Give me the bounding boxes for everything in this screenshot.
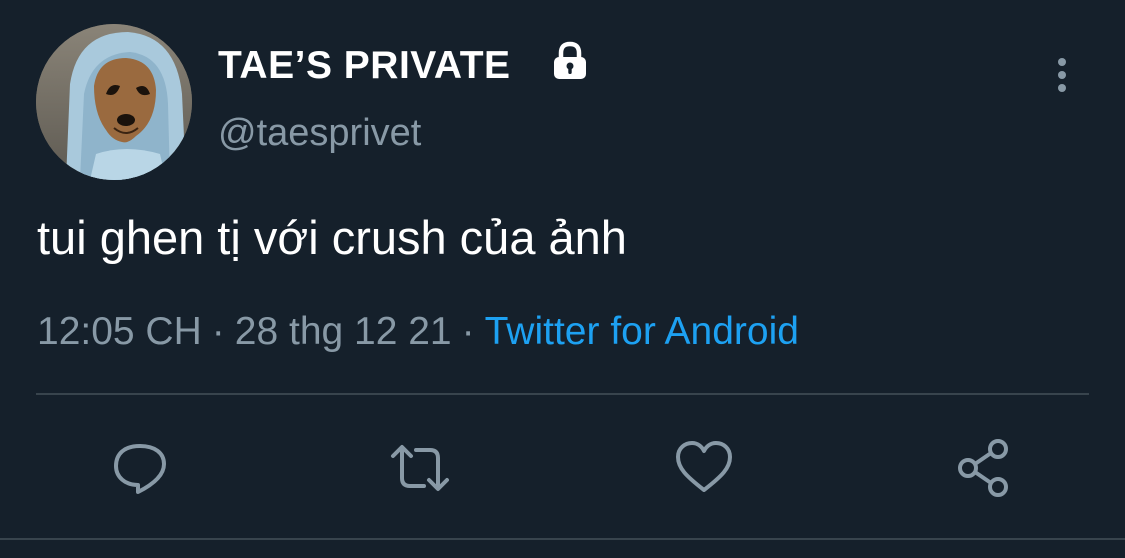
- user-handle[interactable]: @taesprivet: [218, 112, 421, 155]
- display-name[interactable]: TAE’S PRIVATE: [218, 44, 511, 88]
- meta-separator: ·: [461, 310, 475, 353]
- tweet-text: tui ghen tị với crush của ảnh: [37, 211, 627, 264]
- divider-bottom: [0, 538, 1125, 540]
- reply-button[interactable]: [108, 436, 172, 500]
- retweet-button[interactable]: [388, 436, 452, 500]
- retweet-icon: [391, 445, 449, 491]
- lock-icon: [554, 41, 586, 79]
- meta-separator: ·: [211, 310, 225, 353]
- tweet-time: 12:05 CH: [37, 310, 202, 353]
- tweet-detail: TAE’S PRIVATE @taesprivet tui ghen tị vớ…: [0, 0, 1125, 558]
- like-button[interactable]: [672, 436, 736, 500]
- heart-icon: [676, 441, 732, 492]
- share-icon: [958, 439, 1008, 497]
- share-button[interactable]: [954, 436, 1018, 500]
- more-options-icon[interactable]: [1048, 56, 1076, 96]
- avatar[interactable]: [36, 24, 192, 180]
- reply-icon: [114, 444, 166, 494]
- tweet-date: 28 thg 12 21: [234, 310, 452, 353]
- avatar-image: [36, 24, 192, 180]
- tweet-source-link[interactable]: Twitter for Android: [485, 310, 799, 353]
- tweet-meta: 12:05 CH · 28 thg 12 21 · Twitter for Androi…: [37, 310, 799, 354]
- divider: [36, 393, 1089, 395]
